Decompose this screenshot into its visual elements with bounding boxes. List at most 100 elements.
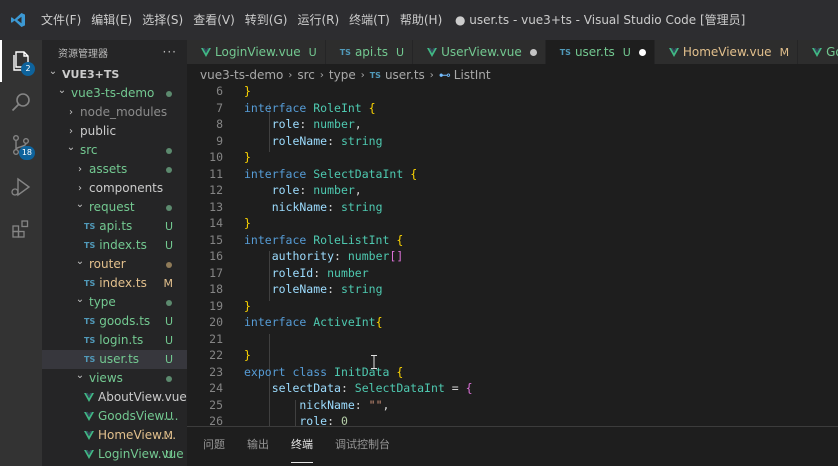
tree-item[interactable]: GoodsView.... U	[42, 407, 187, 426]
line-number: 26	[209, 414, 223, 426]
code-text: interface SelectDataInt {	[244, 166, 417, 183]
menu-item[interactable]: 编辑(E)	[86, 0, 137, 40]
tree-item[interactable]: ⌄ request	[42, 198, 187, 217]
breadcrumb-item[interactable]: user.ts	[385, 68, 425, 82]
tree-item[interactable]: ⌄ vue3-ts-demo	[42, 84, 187, 103]
tree-item[interactable]: › components	[42, 179, 187, 198]
explorer-activity-button[interactable]: 2	[0, 40, 42, 82]
menu-item[interactable]: 选择(S)	[137, 0, 188, 40]
search-activity-button[interactable]	[0, 82, 42, 124]
editor-tab[interactable]: TS api.ts U	[325, 40, 414, 64]
file-tree: ⌄ VUE3+TS ⌄ vue3-ts-demo › node_modules › publi…	[42, 65, 187, 464]
code-token: }	[244, 150, 251, 164]
tree-item[interactable]: › assets	[42, 160, 187, 179]
code-token: number	[327, 265, 369, 280]
menu-item[interactable]: 运行(R)	[292, 0, 344, 40]
line-number: 24	[209, 381, 223, 395]
code-line: 13 nickName: string	[187, 199, 838, 216]
line-number: 25	[209, 397, 223, 412]
code-token: role	[244, 117, 300, 131]
tree-item[interactable]: TS user.ts U	[42, 350, 187, 369]
code-token: RoleInt	[313, 100, 362, 115]
tree-item-label: views	[89, 371, 123, 385]
typescript-file-icon: TS	[369, 70, 381, 80]
run-debug-activity-button[interactable]	[0, 166, 42, 208]
git-status-dot	[166, 262, 172, 268]
explorer-badge: 2	[21, 62, 35, 76]
typescript-file-icon: TS	[84, 222, 96, 231]
menu-item[interactable]: 帮助(H)	[395, 0, 447, 40]
chevron-right-icon: ›	[319, 69, 324, 81]
menu-item[interactable]: 终端(T)	[344, 0, 395, 40]
tree-item[interactable]: › node_modules	[42, 103, 187, 122]
editor-tab[interactable]: HomeView.vue M	[654, 40, 799, 64]
tree-item[interactable]: TS index.ts U	[42, 236, 187, 255]
tree-item[interactable]: TS index.ts M	[42, 274, 187, 293]
tree-item[interactable]: › public	[42, 122, 187, 141]
tree-item[interactable]: ⌄ type	[42, 293, 187, 312]
breadcrumb-item[interactable]: type	[329, 68, 356, 82]
code-token: 0	[340, 414, 348, 426]
git-status-badge: U	[164, 410, 173, 423]
code-text: role: 0	[244, 413, 348, 426]
tree-item-label: src	[80, 143, 98, 157]
tree-item[interactable]: ⌄ router	[42, 255, 187, 274]
tab-label: user.ts	[574, 45, 615, 59]
code-line: 25 nickName: "",	[187, 397, 838, 414]
git-status-dot	[166, 376, 172, 382]
breadcrumb-item[interactable]: ListInt	[454, 68, 491, 82]
editor-tab[interactable]: TS user.ts U	[545, 40, 655, 64]
unsaved-dot-icon[interactable]	[529, 48, 537, 56]
panel-tab[interactable]: 终端	[291, 427, 313, 463]
panel-tab[interactable]: 调试控制台	[335, 427, 390, 463]
breadcrumb-item[interactable]: src	[297, 68, 315, 82]
source-control-activity-button[interactable]: 18	[0, 124, 42, 166]
line-number: 18	[209, 282, 223, 296]
tab-git-status: U	[622, 45, 631, 59]
git-status-dot	[166, 167, 172, 173]
tree-item[interactable]: TS login.ts U	[42, 331, 187, 350]
menu-item[interactable]: 转到(G)	[240, 0, 293, 40]
menu-item[interactable]: 文件(F)	[36, 0, 86, 40]
chevron-right-icon: ›	[360, 69, 365, 81]
code-token: role	[244, 414, 328, 426]
git-status-badge: U	[164, 334, 173, 347]
code-token: :	[327, 133, 341, 148]
tree-item[interactable]: ⌄ views	[42, 369, 187, 388]
git-status-badge: M	[163, 429, 174, 442]
panel-tab[interactable]: 问题	[203, 427, 225, 463]
tab-label: api.ts	[354, 45, 389, 59]
tab-label: LoginView.vue	[215, 45, 301, 59]
code-token: export	[244, 364, 293, 379]
git-status-dot	[166, 205, 172, 211]
code-token: SelectDataInt	[354, 381, 445, 395]
tree-item-label: node_modules	[80, 105, 168, 119]
interface-symbol-icon: ⊷	[438, 68, 451, 82]
editor-tab[interactable]: UserView.vue	[413, 40, 546, 64]
editor-tab[interactable]: LoginView.vue U	[187, 40, 326, 64]
more-actions-button[interactable]: ···	[163, 45, 177, 59]
chevron-down-icon: ⌄	[75, 370, 85, 381]
unsaved-dot-icon[interactable]	[638, 48, 646, 56]
tree-item[interactable]: HomeView.... M	[42, 426, 187, 445]
tree-item[interactable]: TS api.ts U	[42, 217, 187, 236]
line-number: 9	[216, 133, 223, 148]
typescript-file-icon: TS	[84, 317, 96, 326]
breadcrumb-item[interactable]: vue3-ts-demo	[200, 68, 283, 82]
tree-item-label: AboutView.vue	[98, 390, 187, 404]
window-title: ● user.ts - vue3+ts - Visual Studio Code…	[455, 13, 746, 27]
tree-item-label: components	[89, 181, 164, 195]
code-token: roleId	[244, 265, 314, 280]
tree-item[interactable]: AboutView.vue	[42, 388, 187, 407]
code-editor[interactable]: 6} 7 interface RoleInt {8 role: number, 9 r…	[187, 86, 838, 426]
tree-item[interactable]: TS goods.ts U	[42, 312, 187, 331]
tree-item[interactable]: ⌄ src	[42, 141, 187, 160]
line-number: 20	[209, 315, 223, 329]
code-line: 21	[187, 331, 838, 348]
editor-tab[interactable]: Good	[798, 40, 838, 64]
tree-item[interactable]: LoginView.vue U	[42, 445, 187, 464]
menu-item[interactable]: 查看(V)	[188, 0, 240, 40]
extensions-activity-button[interactable]	[0, 208, 42, 250]
panel-tab[interactable]: 输出	[247, 427, 269, 463]
explorer-sidebar: 资源管理器 ··· ⌄ VUE3+TS ⌄ vue3-ts-demo › node_mod…	[42, 40, 187, 466]
